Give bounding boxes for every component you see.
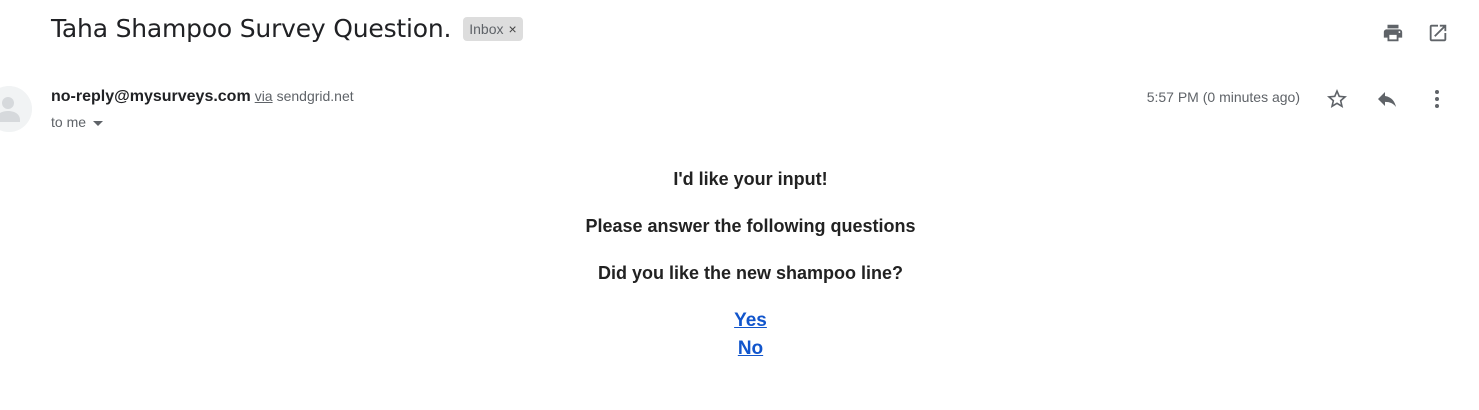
body-instructions: Please answer the following questions (585, 216, 916, 236)
sender-line: no-reply@mysurveys.com via sendgrid.net (51, 88, 354, 106)
print-icon[interactable] (1380, 20, 1406, 46)
body-heading: I'd like your input! (673, 169, 828, 189)
email-body: I'd like your input! Please answer the f… (0, 165, 1479, 363)
answer-no-link[interactable]: No (738, 335, 763, 363)
inbox-label-chip[interactable]: Inbox × (463, 16, 523, 41)
via-link[interactable]: via (255, 88, 273, 104)
recipient-details-toggle[interactable]: to me (51, 114, 104, 130)
answer-options: Yes No (0, 307, 1479, 363)
reply-icon[interactable] (1373, 85, 1401, 113)
subject-row: Taha Shampoo Survey Question. Inbox × (51, 14, 523, 43)
open-in-new-window-icon[interactable] (1425, 20, 1451, 46)
chevron-down-icon[interactable] (93, 120, 104, 126)
answer-yes-link[interactable]: Yes (734, 307, 767, 335)
star-icon[interactable] (1323, 85, 1351, 113)
sender-email[interactable]: no-reply@mysurveys.com (51, 88, 251, 106)
more-vertical-icon[interactable] (1423, 85, 1451, 113)
inbox-label-text: Inbox (469, 20, 504, 37)
email-timestamp: 5:57 PM (0 minutes ago) (1146, 89, 1300, 105)
survey-question: Did you like the new shampoo line? (597, 263, 904, 283)
remove-label-button[interactable]: × (508, 20, 516, 38)
email-subject: Taha Shampoo Survey Question. (51, 14, 452, 43)
email-view: Taha Shampoo Survey Question. Inbox × no… (0, 0, 1479, 410)
recipient-text: to me (51, 114, 87, 130)
via-domain: sendgrid.net (276, 88, 354, 104)
default-avatar-icon (0, 86, 32, 132)
